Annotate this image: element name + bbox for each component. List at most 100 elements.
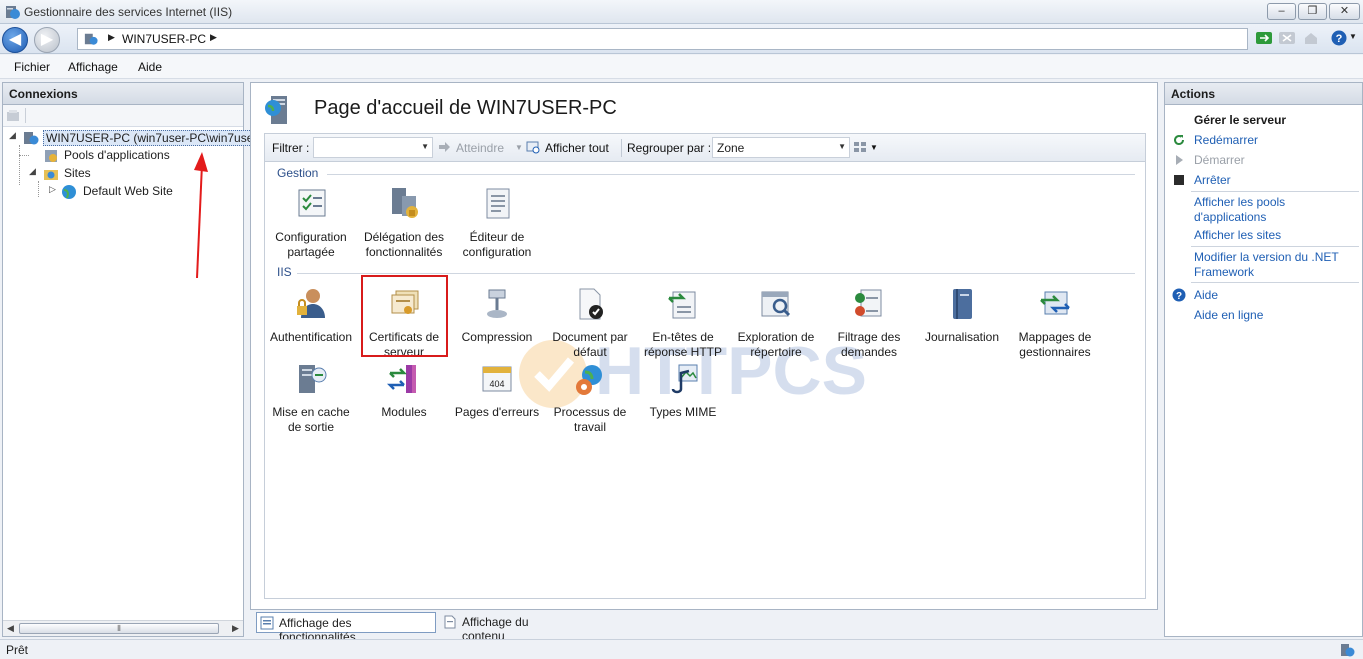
view-app-pools-action-line2[interactable]: d'applications bbox=[1165, 208, 1362, 228]
home-icon[interactable] bbox=[1302, 29, 1320, 47]
maximize-button[interactable]: ❐ bbox=[1298, 3, 1327, 20]
view-app-pools-link[interactable]: Afficher les pools bbox=[1194, 195, 1285, 209]
feature-http-response-headers[interactable]: En-têtes de réponse HTTP bbox=[637, 286, 729, 360]
chevron-down-icon[interactable]: ▼ bbox=[421, 142, 429, 151]
scroll-thumb[interactable]: ⦀ bbox=[19, 623, 219, 634]
tab-features-view[interactable]: Affichage des fonctionnalités bbox=[256, 612, 436, 644]
close-button[interactable]: ✕ bbox=[1329, 3, 1360, 20]
horizontal-scrollbar[interactable]: ◀ ⦀ ▶ bbox=[3, 620, 243, 636]
address-field[interactable]: ▶ WIN7USER-PC ▶ bbox=[77, 28, 1248, 50]
refresh-icon[interactable] bbox=[1255, 29, 1273, 47]
tree-label-default-site[interactable]: Default Web Site bbox=[83, 184, 173, 198]
feature-config-editor[interactable]: Éditeur de configuration bbox=[451, 186, 543, 260]
back-button[interactable]: ◀ bbox=[2, 27, 28, 53]
view-app-pools-link[interactable]: d'applications bbox=[1194, 210, 1266, 224]
chevron-right-icon[interactable]: ▶ bbox=[108, 32, 115, 43]
compression-icon bbox=[487, 289, 507, 318]
stop-action[interactable]: Arrêter bbox=[1165, 171, 1362, 191]
start-action[interactable]: Démarrer bbox=[1165, 151, 1362, 171]
goto-button[interactable]: Atteindre bbox=[456, 141, 504, 155]
feature-output-caching[interactable]: Mise en cache de sortie bbox=[265, 361, 357, 435]
forward-button[interactable]: ▶ bbox=[34, 27, 60, 53]
chevron-right-icon[interactable]: ▶ bbox=[210, 32, 217, 43]
feature-label: répertoire bbox=[750, 345, 802, 359]
chevron-down-icon[interactable]: ▼ bbox=[870, 143, 878, 152]
help-link[interactable]: Aide bbox=[1194, 288, 1218, 302]
feature-label: En-têtes de bbox=[652, 330, 714, 344]
feature-modules[interactable]: Modules bbox=[358, 361, 450, 420]
address-bar: ◀ ▶ ▶ WIN7USER-PC ▶ ? ▼ bbox=[0, 24, 1363, 54]
scroll-left-icon[interactable]: ◀ bbox=[7, 623, 14, 634]
expand-icon[interactable]: ◢ bbox=[29, 166, 36, 177]
feature-compression[interactable]: Compression bbox=[451, 286, 543, 345]
svg-text:?: ? bbox=[1336, 33, 1343, 45]
tree-item-server[interactable]: ◢ WIN7USER-PC (win7user-PC\win7use bbox=[3, 129, 257, 147]
feature-shared-config[interactable]: Configuration partagée bbox=[265, 186, 357, 260]
feature-mime-types[interactable]: Types MIME bbox=[637, 361, 729, 420]
view-mode-icon[interactable] bbox=[853, 140, 868, 155]
feature-error-pages[interactable]: 404 Pages d'erreurs bbox=[451, 361, 543, 420]
modify-net-action-line2[interactable]: Framework bbox=[1165, 263, 1362, 283]
filter-toolbar: Filtrer : ▼ Atteindre ▼ Afficher tout Re… bbox=[265, 134, 1145, 162]
iis-app-icon bbox=[6, 6, 20, 19]
app-pool-icon bbox=[45, 150, 57, 162]
minimize-button[interactable]: – bbox=[1267, 3, 1296, 20]
stop-icon[interactable] bbox=[1278, 29, 1296, 47]
chevron-down-icon[interactable]: ▼ bbox=[1349, 32, 1357, 41]
stop-link[interactable]: Arrêter bbox=[1194, 173, 1231, 187]
group-divider bbox=[297, 273, 1135, 274]
menu-view[interactable]: Affichage bbox=[68, 60, 118, 74]
restart-action[interactable]: Redémarrer bbox=[1165, 131, 1362, 151]
filter-input[interactable]: ▼ bbox=[313, 137, 433, 158]
output-caching-icon bbox=[299, 365, 327, 393]
connect-icon[interactable] bbox=[6, 109, 20, 123]
chevron-down-icon[interactable]: ▼ bbox=[515, 143, 523, 152]
group-by-label: Regrouper par : bbox=[627, 141, 712, 155]
online-help-link[interactable]: Aide en ligne bbox=[1194, 308, 1263, 322]
feature-label: Filtrage des bbox=[837, 330, 901, 344]
feature-handler-mappings[interactable]: Mappages de gestionnaires bbox=[1009, 286, 1101, 360]
svg-text:?: ? bbox=[1176, 291, 1182, 302]
menu-file[interactable]: Fichier bbox=[14, 60, 50, 74]
scroll-right-icon[interactable]: ▶ bbox=[232, 623, 239, 634]
feature-label: de sortie bbox=[287, 420, 335, 434]
tab-content-view[interactable]: Affichage du contenu bbox=[440, 612, 570, 643]
start-link[interactable]: Démarrer bbox=[1194, 153, 1245, 167]
expand-icon[interactable]: ◢ bbox=[9, 130, 16, 141]
feature-request-filtering[interactable]: Filtrage des demandes bbox=[823, 286, 915, 360]
feature-worker-processes[interactable]: Processus de travail bbox=[544, 361, 636, 435]
feature-default-document[interactable]: Document par défaut bbox=[544, 286, 636, 360]
restart-link[interactable]: Redémarrer bbox=[1194, 133, 1258, 147]
tree-label-sites[interactable]: Sites bbox=[64, 166, 91, 180]
modify-net-link[interactable]: Framework bbox=[1194, 265, 1254, 279]
group-by-value: Zone bbox=[717, 141, 745, 155]
feature-logging[interactable]: Journalisation bbox=[916, 286, 1008, 345]
actions-panel: Actions Gérer le serveur Redémarrer Déma… bbox=[1164, 82, 1363, 637]
feature-delegation[interactable]: Délégation des fonctionnalités bbox=[358, 186, 450, 260]
group-by-select[interactable]: Zone ▼ bbox=[712, 137, 850, 158]
status-bar: Prêt bbox=[0, 639, 1363, 659]
show-all-button[interactable]: Afficher tout bbox=[545, 141, 609, 155]
default-document-icon bbox=[579, 288, 603, 320]
collapse-icon[interactable]: ▷ bbox=[49, 184, 56, 195]
modify-net-link[interactable]: Modifier la version du .NET bbox=[1194, 250, 1339, 264]
main-panel: Page d'accueil de WIN7USER-PC Filtrer : … bbox=[250, 82, 1158, 610]
view-sites-link[interactable]: Afficher les sites bbox=[1194, 228, 1281, 242]
chevron-down-icon[interactable]: ▼ bbox=[838, 142, 846, 151]
help-action[interactable]: ? Aide bbox=[1165, 286, 1362, 306]
feature-authentication[interactable]: Authentification bbox=[265, 286, 357, 345]
feature-directory-browsing[interactable]: Exploration de répertoire bbox=[730, 286, 822, 360]
tree-label-app-pools[interactable]: Pools d'applications bbox=[64, 148, 170, 162]
feature-label: demandes bbox=[840, 345, 898, 359]
status-text: Prêt bbox=[6, 643, 29, 657]
stop-square-icon bbox=[1174, 175, 1184, 185]
address-segment[interactable]: WIN7USER-PC bbox=[122, 32, 206, 46]
online-help-action[interactable]: Aide en ligne bbox=[1165, 306, 1362, 326]
help-icon[interactable]: ? bbox=[1330, 29, 1348, 47]
feature-label: défaut bbox=[573, 345, 607, 359]
view-sites-action[interactable]: Afficher les sites bbox=[1165, 226, 1362, 246]
directory-browsing-icon bbox=[761, 291, 791, 317]
tree-label-server[interactable]: WIN7USER-PC (win7user-PC\win7use bbox=[43, 130, 257, 146]
error-pages-icon: 404 bbox=[482, 366, 512, 392]
menu-help[interactable]: Aide bbox=[138, 60, 162, 74]
